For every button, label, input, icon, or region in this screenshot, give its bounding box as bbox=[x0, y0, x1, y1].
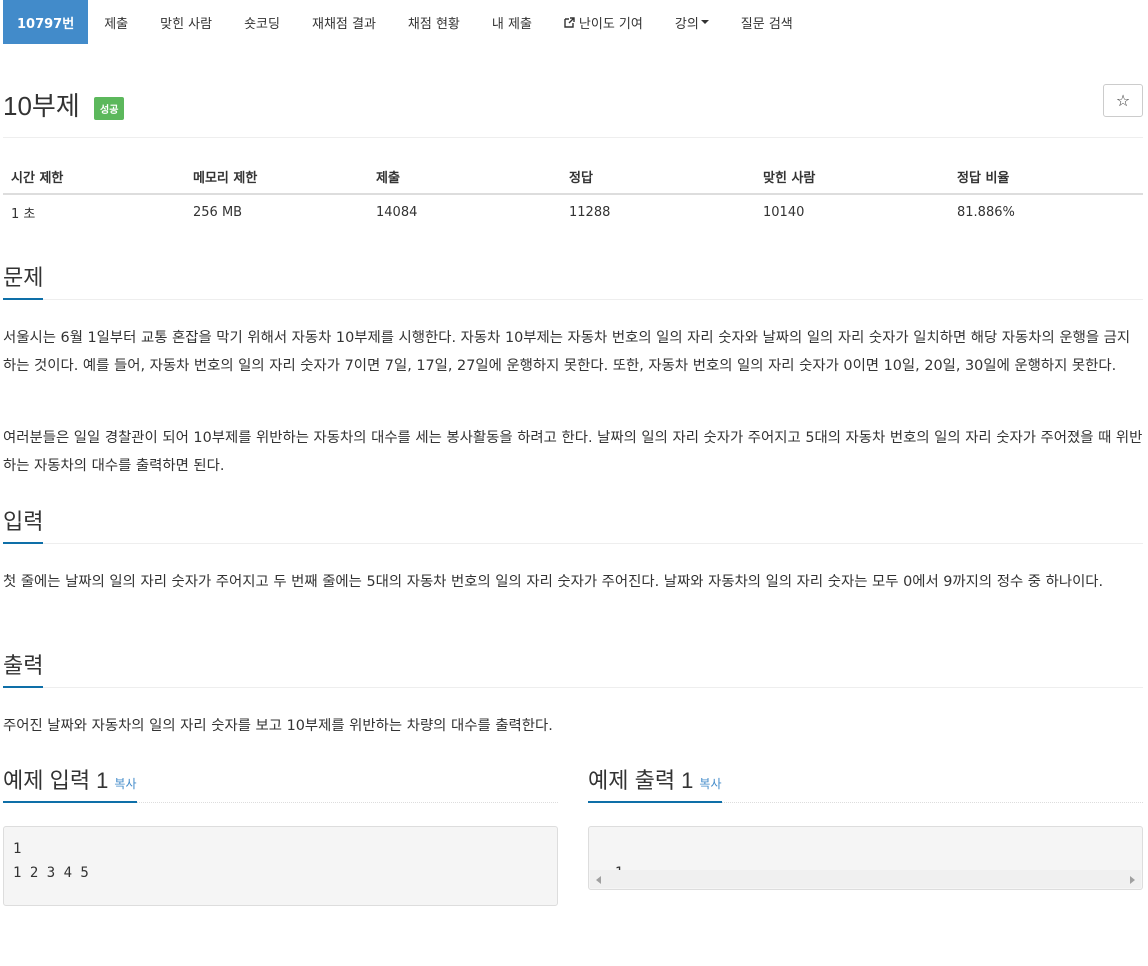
output-description: 주어진 날짜와 자동차의 일의 자리 숫자를 보고 10부제를 위반하는 차량의… bbox=[3, 718, 553, 734]
tab-label: 내 제출 bbox=[491, 16, 532, 32]
section-title: 예제 입력 1 복사 bbox=[3, 763, 137, 803]
problem-title-row: 10부제 성공 ☆ bbox=[3, 84, 1143, 138]
horizontal-scrollbar[interactable] bbox=[590, 870, 1141, 888]
header-correct: 정답 bbox=[561, 159, 755, 195]
tab-label: 10797번 bbox=[17, 16, 75, 32]
value-submissions: 14084 bbox=[376, 205, 418, 220]
favorite-star-button[interactable]: ☆ bbox=[1103, 84, 1143, 117]
sample-input-header: 예제 입력 1 복사 bbox=[3, 763, 558, 803]
output-header: 출력 bbox=[3, 648, 1143, 688]
description-paragraph: 여러분들은 일일 경찰관이 되어 10부제를 위반하는 자동차의 대수를 세는 … bbox=[3, 430, 1143, 474]
sample-output-box[interactable]: 1 bbox=[588, 826, 1143, 890]
value-accuracy: 81.886% bbox=[957, 205, 1015, 220]
caret-down-icon bbox=[700, 20, 709, 24]
sample-input-title: 예제 입력 1 bbox=[3, 768, 109, 793]
tab-judge-status[interactable]: 채점 현황 bbox=[392, 0, 476, 44]
sample-output-title: 예제 출력 1 bbox=[588, 768, 694, 793]
section-title: 입력 bbox=[3, 504, 44, 544]
sample-input-box[interactable]: 1 1 2 3 4 5 bbox=[3, 826, 558, 906]
sample-output-header: 예제 출력 1 복사 bbox=[588, 763, 1143, 803]
input-description: 첫 줄에는 날짜의 일의 자리 숫자가 주어지고 두 번째 줄에는 5대의 자동… bbox=[3, 574, 1104, 590]
tab-short-coding[interactable]: 숏코딩 bbox=[228, 0, 296, 44]
tab-difficulty-contribution[interactable]: 난이도 기여 bbox=[548, 0, 659, 44]
description-paragraph: 서울시는 6월 1일부터 교통 혼잡을 막기 위해서 자동차 10부제를 시행한… bbox=[3, 330, 1131, 374]
tab-problem-number[interactable]: 10797번 bbox=[3, 0, 89, 44]
problem-nav-tabs: 10797번 제출 맞힌 사람 숏코딩 재채점 결과 채점 현황 내 제출 난이… bbox=[3, 0, 809, 44]
tab-label: 질문 검색 bbox=[740, 16, 793, 32]
tab-label: 채점 현황 bbox=[407, 16, 460, 32]
tab-label: 맞힌 사람 bbox=[160, 16, 213, 32]
value-memory-limit: 256 MB bbox=[193, 205, 243, 220]
tab-label: 난이도 기여 bbox=[578, 16, 643, 32]
copy-sample-input-button[interactable]: 복사 bbox=[114, 777, 136, 791]
page-title: 10부제 bbox=[3, 91, 80, 121]
tab-label: 재채점 결과 bbox=[311, 16, 376, 32]
scroll-left-icon[interactable] bbox=[596, 876, 601, 884]
table-row: 1 초 256 MB 14084 11288 10140 81.886% bbox=[3, 194, 1143, 230]
tab-label: 강의 bbox=[674, 16, 699, 32]
header-submissions: 제출 bbox=[368, 159, 561, 195]
header-time-limit: 시간 제한 bbox=[3, 159, 185, 195]
header-memory-limit: 메모리 제한 bbox=[185, 159, 368, 195]
tab-lectures-dropdown[interactable]: 강의 bbox=[659, 0, 725, 44]
tab-question-search[interactable]: 질문 검색 bbox=[725, 0, 809, 44]
description-header: 문제 bbox=[3, 260, 1143, 300]
tab-solved-users[interactable]: 맞힌 사람 bbox=[144, 0, 228, 44]
table-header-row: 시간 제한 메모리 제한 제출 정답 맞힌 사람 정답 비율 bbox=[3, 159, 1143, 195]
value-solved-users: 10140 bbox=[763, 205, 805, 220]
external-link-icon bbox=[564, 16, 575, 28]
section-title: 예제 출력 1 복사 bbox=[588, 763, 722, 803]
tab-rejudge-results[interactable]: 재채점 결과 bbox=[296, 0, 392, 44]
section-title: 문제 bbox=[3, 260, 44, 300]
value-correct: 11288 bbox=[569, 205, 611, 220]
tab-submit[interactable]: 제출 bbox=[88, 0, 144, 44]
problem-info-table: 시간 제한 메모리 제한 제출 정답 맞힌 사람 정답 비율 1 초 256 M… bbox=[3, 159, 1143, 230]
star-icon: ☆ bbox=[1115, 91, 1131, 110]
tab-label: 숏코딩 bbox=[244, 16, 280, 32]
input-header: 입력 bbox=[3, 504, 1143, 544]
section-title: 출력 bbox=[3, 648, 44, 688]
value-time-limit: 1 초 bbox=[11, 207, 36, 222]
status-badge: 성공 bbox=[94, 97, 125, 120]
header-solved-users: 맞힌 사람 bbox=[755, 159, 949, 195]
header-accuracy: 정답 비율 bbox=[949, 159, 1143, 195]
scroll-right-icon[interactable] bbox=[1130, 876, 1135, 884]
tab-label: 제출 bbox=[104, 16, 129, 32]
tab-my-submissions[interactable]: 내 제출 bbox=[476, 0, 548, 44]
copy-sample-output-button[interactable]: 복사 bbox=[699, 777, 721, 791]
